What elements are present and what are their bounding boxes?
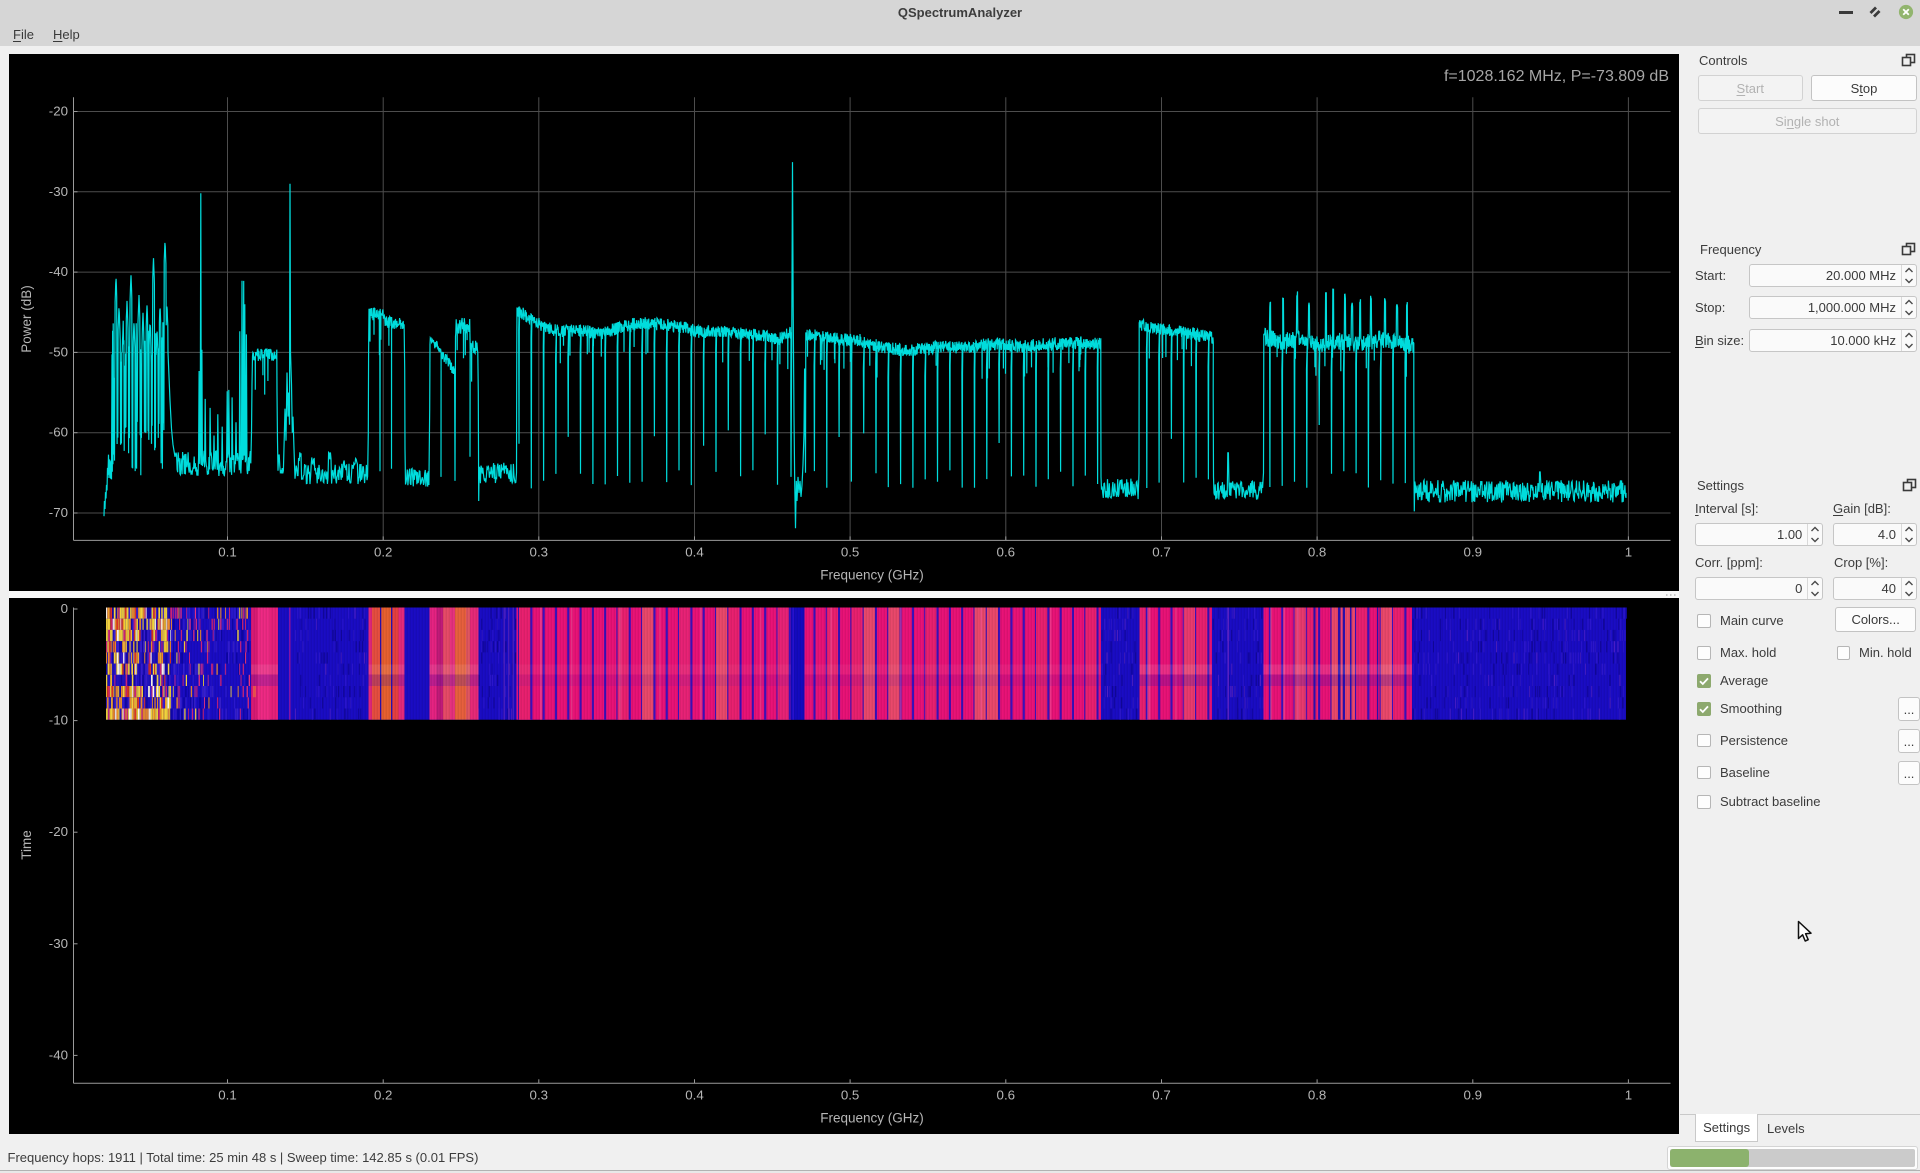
svg-text:-50: -50 [49,345,68,360]
svg-text:0.5: 0.5 [841,545,860,560]
svg-text:0.4: 0.4 [685,1087,704,1102]
svg-text:1: 1 [1625,1087,1632,1102]
svg-text:0.2: 0.2 [374,1087,393,1102]
svg-text:-30: -30 [49,184,68,199]
svg-text:Frequency (GHz): Frequency (GHz) [820,568,924,583]
svg-text:-20: -20 [49,104,68,119]
svg-text:-40: -40 [49,264,68,279]
svg-text:Power (dB): Power (dB) [19,286,34,354]
svg-text:-40: -40 [49,1047,68,1062]
svg-text:0.3: 0.3 [530,1087,549,1102]
svg-text:0.9: 0.9 [1464,1087,1483,1102]
svg-text:0: 0 [61,601,68,616]
svg-text:f=1028.162 MHz, P=-73.809 dB: f=1028.162 MHz, P=-73.809 dB [1444,68,1669,85]
svg-text:0.2: 0.2 [374,545,393,560]
svg-text:-10: -10 [49,713,68,728]
svg-text:0.3: 0.3 [530,545,549,560]
svg-text:-20: -20 [49,824,68,839]
svg-text:0.8: 0.8 [1308,545,1327,560]
svg-text:0.7: 0.7 [1152,1087,1171,1102]
svg-text:0.6: 0.6 [997,1087,1016,1102]
svg-text:-70: -70 [49,505,68,520]
svg-text:-30: -30 [49,936,68,951]
svg-text:1: 1 [1625,545,1632,560]
svg-text:0.8: 0.8 [1308,1087,1327,1102]
svg-text:-60: -60 [49,425,68,440]
svg-text:0.1: 0.1 [218,545,237,560]
svg-text:0.5: 0.5 [841,1087,860,1102]
svg-text:Frequency (GHz): Frequency (GHz) [820,1110,924,1125]
svg-text:0.1: 0.1 [218,1087,237,1102]
svg-text:0.9: 0.9 [1464,545,1483,560]
svg-text:0.4: 0.4 [685,545,704,560]
svg-text:Time: Time [19,830,34,860]
svg-text:0.7: 0.7 [1152,545,1171,560]
svg-text:0.6: 0.6 [997,545,1016,560]
